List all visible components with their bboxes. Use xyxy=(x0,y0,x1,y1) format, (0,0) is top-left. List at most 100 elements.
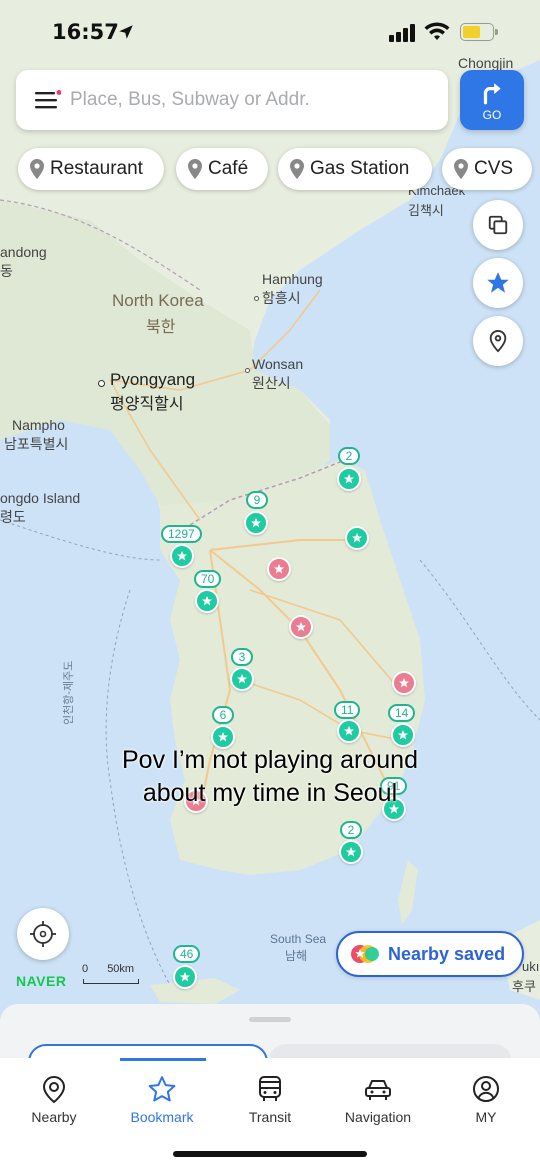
status-bar: 16:57 xyxy=(0,0,540,60)
map-label-kimchaek-ko: 김책시 xyxy=(408,203,444,218)
sheet-drag-handle[interactable] xyxy=(249,1017,291,1022)
bookmark-marker[interactable] xyxy=(391,723,415,747)
map-label-hamhung: Hamhung xyxy=(262,271,323,287)
map-label-south-sea: South Sea xyxy=(270,932,327,946)
tab-my[interactable]: MY xyxy=(432,1058,540,1138)
bookmark-toggle-button[interactable] xyxy=(473,258,523,308)
bookmark-marker[interactable] xyxy=(173,965,197,989)
bus-icon xyxy=(259,1076,281,1101)
turn-right-arrow-icon xyxy=(483,83,501,105)
bookmark-marker[interactable] xyxy=(337,467,361,491)
scale-bar xyxy=(83,979,139,984)
map-scale: 0 50km xyxy=(82,963,139,984)
cluster-count-badge[interactable]: 3 xyxy=(231,648,253,666)
menu-icon[interactable] xyxy=(35,90,61,110)
bookmark-marker-pink[interactable] xyxy=(267,557,291,581)
city-dot xyxy=(98,380,105,387)
bookmark-marker[interactable] xyxy=(170,544,194,568)
video-caption-line-1: Pov I’m not playing around xyxy=(121,746,418,774)
layers-icon xyxy=(488,215,508,235)
car-icon xyxy=(365,1080,391,1100)
map-label-north-korea: North Korea xyxy=(112,291,204,310)
scale-zero-label: 0 xyxy=(82,963,89,975)
cluster-count-badge[interactable]: 6 xyxy=(212,706,234,724)
search-bar[interactable]: Place, Bus, Subway or Addr. xyxy=(16,70,448,130)
map-label-fukuoka: ukı xyxy=(522,959,540,974)
bookmark-marker[interactable] xyxy=(337,719,361,743)
tab-label: MY xyxy=(475,1109,497,1125)
chip-gas-station[interactable]: Gas Station xyxy=(278,148,432,190)
chip-cafe[interactable]: Café xyxy=(176,148,268,190)
status-time: 16:57 xyxy=(52,20,119,44)
tab-bookmark[interactable]: Bookmark xyxy=(108,1058,216,1138)
bookmark-marker[interactable] xyxy=(345,526,369,550)
battery-cap xyxy=(495,29,498,35)
map-label-north-korea-ko: 북한 xyxy=(146,319,176,336)
cluster-count-badge[interactable]: 9 xyxy=(246,491,268,509)
map-label-nampho-ko: 남포특별시 xyxy=(4,436,69,452)
pin-icon xyxy=(30,159,44,179)
city-dot xyxy=(245,368,250,373)
bookmark-marker[interactable] xyxy=(244,511,268,535)
chip-label: CVS xyxy=(474,158,514,179)
location-arrow-icon xyxy=(119,25,133,39)
star-icon xyxy=(487,272,509,293)
tab-label: Transit xyxy=(248,1109,292,1125)
location-pin-icon xyxy=(42,1075,66,1104)
tab-label: Nearby xyxy=(31,1109,77,1125)
nearby-saved-label: Nearby saved xyxy=(388,943,506,964)
map-label-hamhung-ko: 함흥시 xyxy=(262,290,301,306)
go-label: GO xyxy=(482,108,502,122)
bookmark-marker-pink[interactable] xyxy=(392,671,416,695)
location-pin-outline-icon xyxy=(489,329,507,353)
nearby-saved-button[interactable]: Nearby saved xyxy=(336,931,524,977)
pin-icon xyxy=(188,159,202,179)
cluster-count-badge[interactable]: 2 xyxy=(340,821,362,839)
map-label-pyongyang: Pyongyang xyxy=(110,370,196,389)
tab-label: Bookmark xyxy=(130,1109,194,1125)
bookmark-marker[interactable] xyxy=(195,589,219,613)
my-places-button[interactable] xyxy=(473,316,523,366)
map-label-fukuoka-ko: 후쿠 xyxy=(512,979,536,994)
directions-go-button[interactable]: GO xyxy=(460,70,524,130)
cellular-signal-icon xyxy=(389,24,415,42)
chip-restaurant[interactable]: Restaurant xyxy=(18,148,164,190)
tab-nearby[interactable]: Nearby xyxy=(0,1058,108,1138)
cluster-count-badge[interactable]: 2 xyxy=(338,447,360,465)
user-circle-icon xyxy=(473,1076,499,1102)
map-label-wonsan: Wonsan xyxy=(252,356,304,372)
cluster-count-badge[interactable]: 11 xyxy=(334,701,361,719)
wifi-icon xyxy=(424,22,450,40)
cluster-count-badge[interactable]: 14 xyxy=(388,704,416,722)
app-screen: Chongjin Kimchaek 김책시 andong 동 Hamhung 함… xyxy=(0,0,540,1168)
scale-distance-label: 50km xyxy=(107,963,135,975)
tab-label: Navigation xyxy=(344,1109,412,1125)
cluster-count-badge[interactable]: 1297 xyxy=(161,525,202,543)
saved-list-icon xyxy=(351,945,379,963)
chip-cvs[interactable]: CVS xyxy=(442,148,532,190)
map-label-andong: andong xyxy=(0,244,47,260)
tab-navigation[interactable]: Navigation xyxy=(324,1058,432,1138)
current-location-button[interactable] xyxy=(17,908,69,960)
layers-button[interactable] xyxy=(473,200,523,250)
video-caption-line-2: about my time in Seoul xyxy=(142,779,398,807)
map-label-pyongyang-ko: 평양직할시 xyxy=(110,396,184,413)
bookmark-marker-pink[interactable] xyxy=(289,615,313,639)
chip-label: Gas Station xyxy=(310,158,410,179)
tab-transit[interactable]: Transit xyxy=(216,1058,324,1138)
battery-level xyxy=(463,26,481,38)
pin-icon xyxy=(290,159,304,179)
map-label-andong-ko: 동 xyxy=(0,263,13,279)
naver-logo: NAVER xyxy=(16,973,67,989)
city-dot xyxy=(254,296,259,301)
home-indicator xyxy=(173,1151,367,1157)
cluster-count-badge[interactable]: 70 xyxy=(194,570,222,588)
star-outline-icon xyxy=(148,1076,176,1102)
bookmark-marker[interactable] xyxy=(230,667,254,691)
cluster-count-badge[interactable]: 46 xyxy=(173,945,201,963)
map-label-wonsan-ko: 원산시 xyxy=(252,375,291,391)
search-input[interactable]: Place, Bus, Subway or Addr. xyxy=(70,89,310,111)
map-label-ongdo: ongdo Island xyxy=(0,490,81,506)
bookmark-marker[interactable] xyxy=(339,840,363,864)
map-label-south-sea-ko: 남해 xyxy=(285,949,308,963)
